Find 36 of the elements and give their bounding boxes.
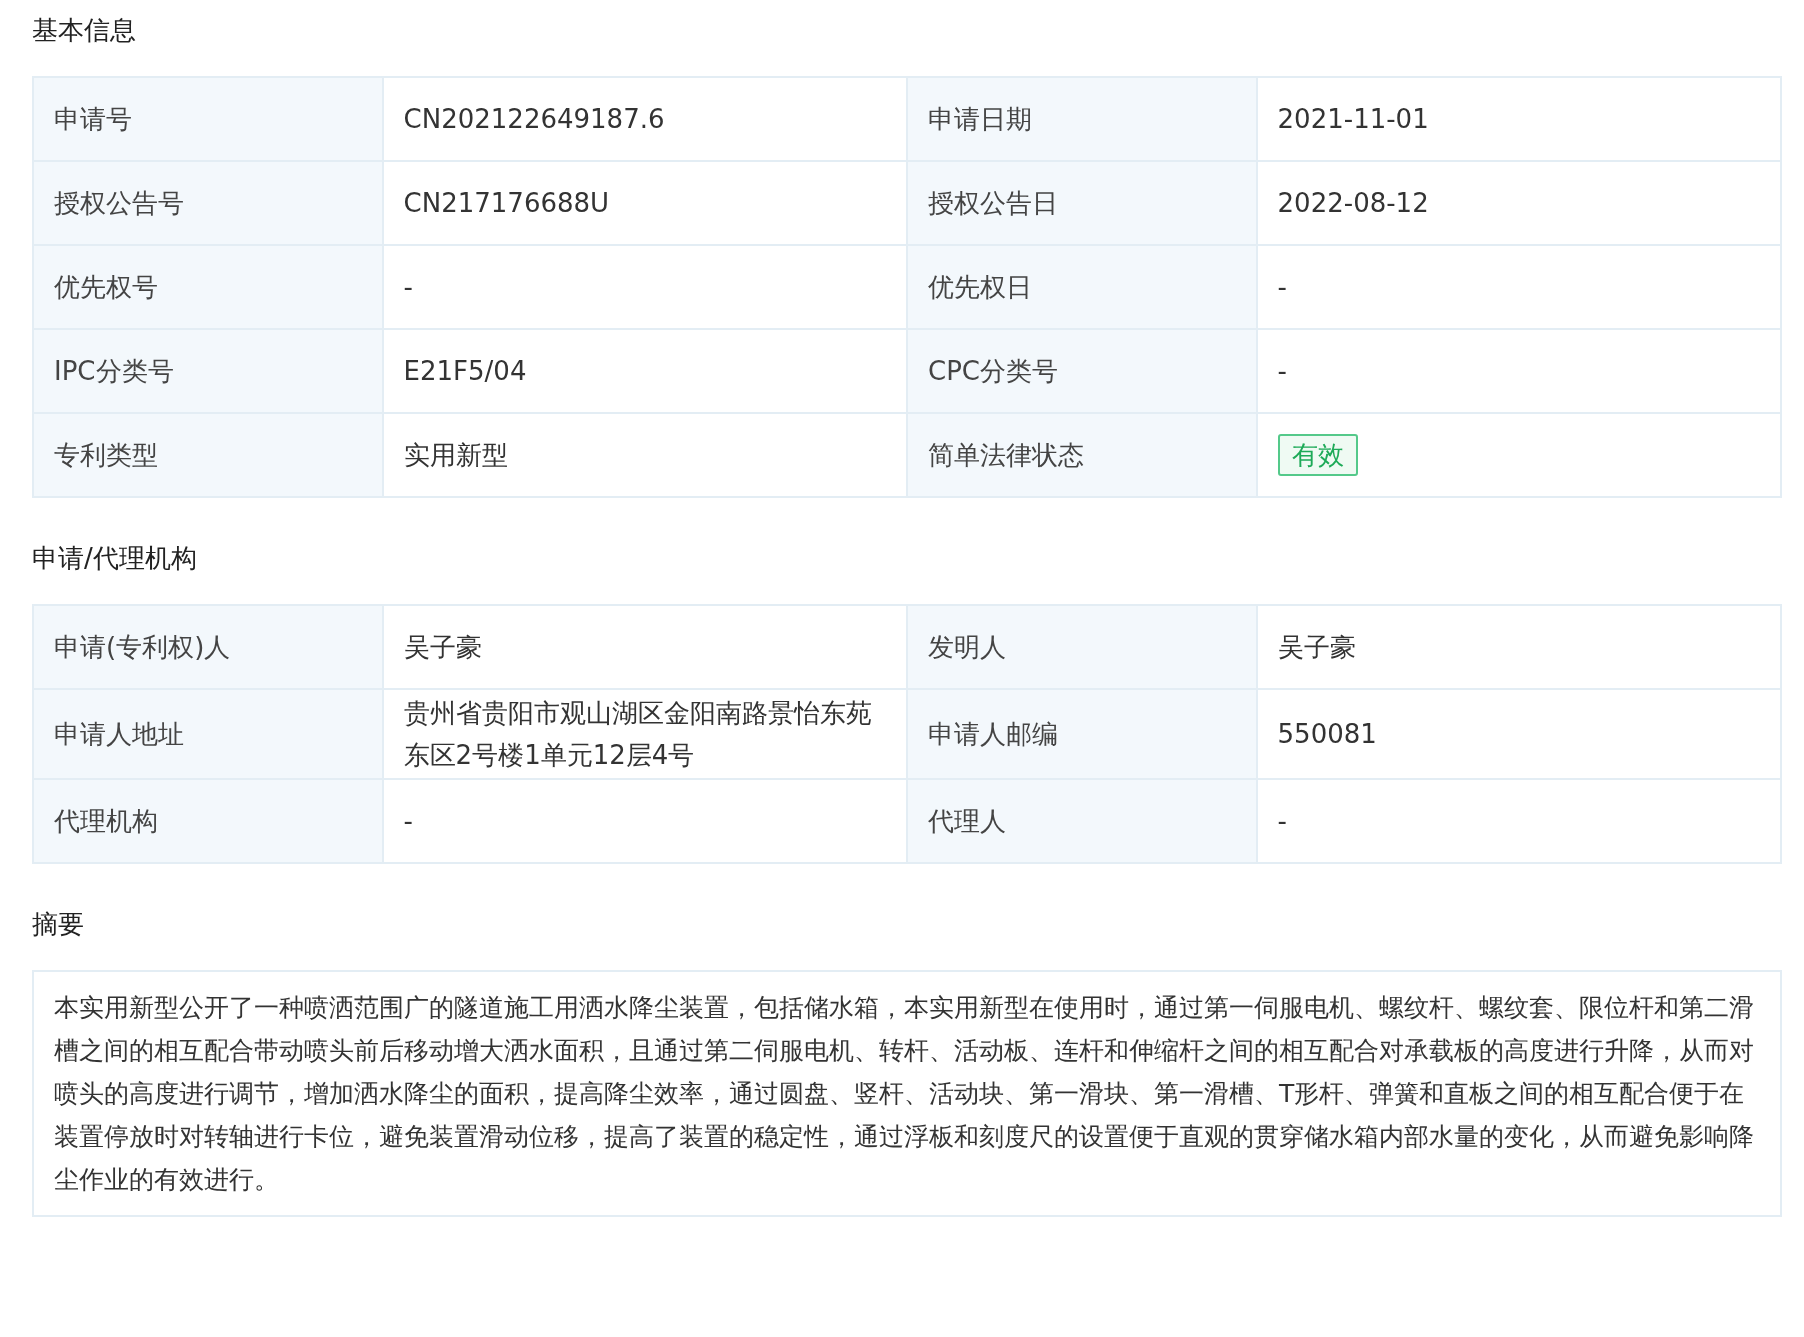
field-value: -: [1277, 806, 1287, 836]
field-label: 专利类型: [33, 413, 383, 497]
abstract-text: 本实用新型公开了一种喷洒范围广的隧道施工用洒水降尘装置，包括储水箱，本实用新型在使用时，通过第一伺服电机、螺纹杆、螺纹套、限位杆和第二滑槽之间的相互配合带动喷头前后移动增大洒水面积，且通过第二伺服电机、转杆、活动板、连杆和伸缩杆之间的相互配合对承载板的高度进行升降，从而对喷头的高度进行调节，增加洒水降尘的面积，提高降尘效率，通过圆盘、竖杆、活动块、第一滑块、第一滑槽、T形杆、弹簧和直板之间的相互配合便于在装置停放时对转轴进行卡位，避免装置滑动位移，提高了装置的稳定性，通过浮板和刻度尺的设置便于直观的贯穿储水箱内部水量的变化，从而避免影响降尘作业的有效进行。: [54, 992, 1755, 1196]
field-label: 申请人邮编: [907, 689, 1257, 779]
field-value: 贵州省贵阳市观山湖区金阳南路景怡东苑东区2号楼1单元12层4号: [403, 698, 872, 770]
field-value: 2022-08-12: [1277, 188, 1429, 218]
field-value: 550081: [1277, 719, 1377, 749]
field-label: 优先权号: [33, 245, 383, 329]
status-tag: 有效: [1277, 434, 1358, 476]
field-value: 2021-11-01: [1277, 104, 1429, 134]
field-value: -: [1277, 356, 1287, 386]
field-value: 吴子豪: [1277, 632, 1356, 662]
field-label: CPC分类号: [907, 329, 1257, 413]
field-value: CN202122649187.6: [403, 104, 665, 134]
section-title: 基本信息: [32, 14, 137, 47]
field-value: -: [1277, 272, 1287, 302]
field-value: -: [403, 806, 413, 836]
field-value: CN217176688U: [403, 188, 610, 218]
field-label: 申请号: [33, 77, 383, 161]
field-label: 申请(专利权)人: [33, 605, 383, 689]
field-label: 授权公告日: [907, 161, 1257, 245]
field-value: -: [403, 272, 413, 302]
field-value: 吴子豪: [403, 632, 482, 662]
field-label: 优先权日: [907, 245, 1257, 329]
field-label: 申请日期: [907, 77, 1257, 161]
field-label: 代理人: [907, 779, 1257, 863]
field-value: 实用新型: [403, 440, 508, 470]
field-label: 发明人: [907, 605, 1257, 689]
field-label: 申请人地址: [33, 689, 383, 779]
field-value: E21F5/04: [403, 356, 527, 386]
field-label: 简单法律状态: [907, 413, 1257, 497]
field-label: 代理机构: [33, 779, 383, 863]
field-label: 授权公告号: [33, 161, 383, 245]
field-label: IPC分类号: [33, 329, 383, 413]
section-title: 申请/代理机构: [32, 542, 198, 575]
section-title: 摘要: [32, 908, 85, 941]
